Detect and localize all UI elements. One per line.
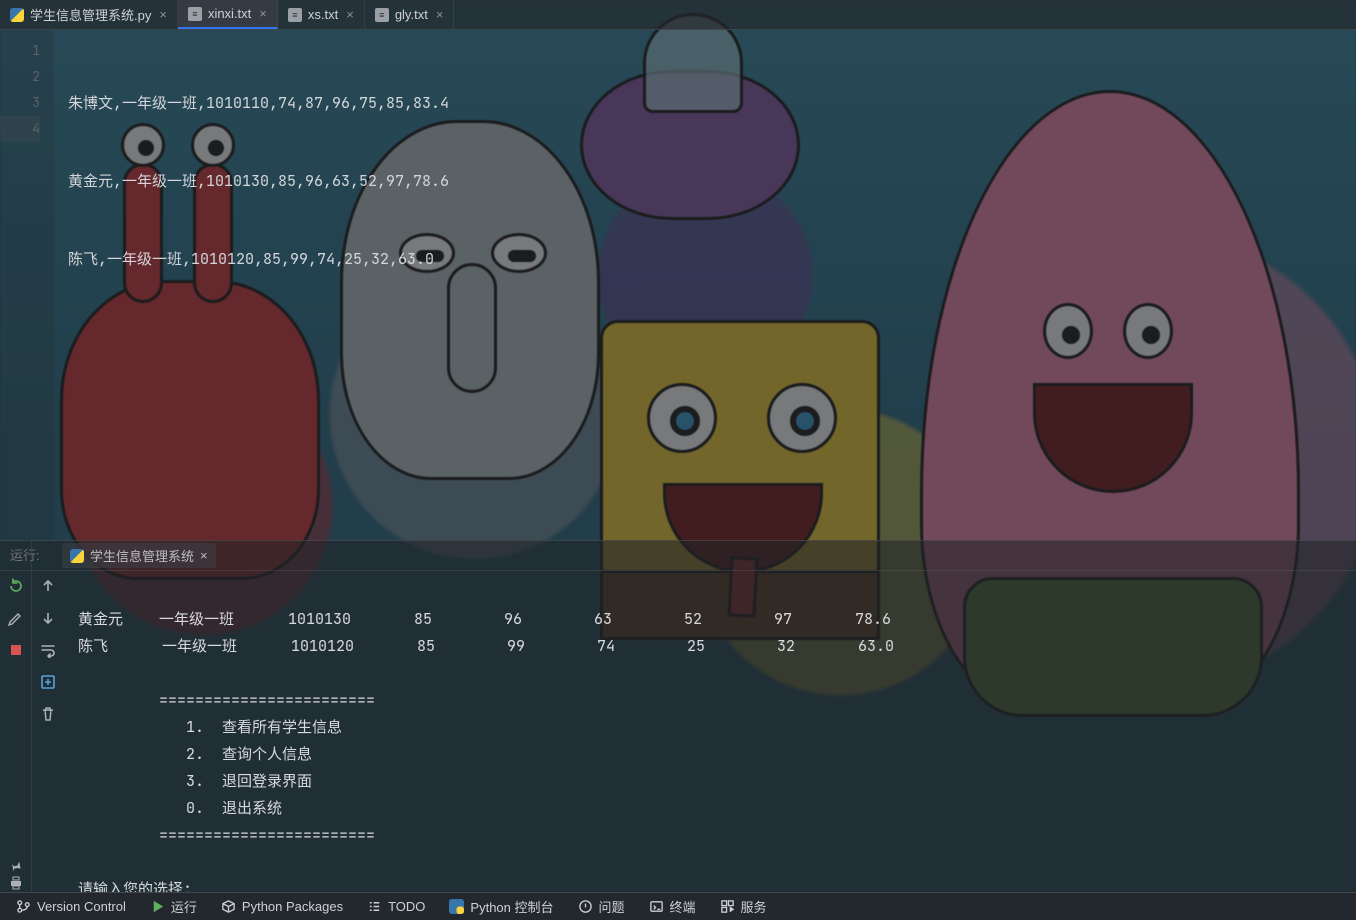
line-number: 2 [0,64,40,90]
terminal-button[interactable]: 终端 [639,893,706,920]
rerun-icon[interactable] [7,577,25,595]
status-label: 运行 [171,897,197,916]
close-icon[interactable]: × [257,6,269,21]
console-line: 2. 查询个人信息 [78,744,312,764]
problems-button[interactable]: 问题 [568,893,635,920]
console-line: 3. 退回登录界面 [78,771,312,791]
run-toolbar-col2 [32,541,64,892]
code-line: 陈飞,一年级一班,1010120,85,99,74,25,32,63.0 [68,246,1356,272]
console-line: ======================== [78,825,375,845]
python-file-icon [70,549,84,563]
console-line: 请输入您的选择: [78,879,192,892]
tab-file-3[interactable]: gly.txt × [365,0,455,29]
settings-icon[interactable] [7,609,25,627]
terminal-icon [649,899,664,914]
close-icon[interactable]: × [157,7,169,22]
run-button[interactable]: 运行 [140,893,207,920]
run-toolbar-col1 [0,541,32,892]
console-line: 陈飞 一年级一班 1010120 85 99 74 25 32 63.0 [78,636,894,656]
status-label: 服务 [741,897,767,916]
trash-icon[interactable] [39,705,57,723]
status-label: Python Packages [242,899,343,914]
package-icon [221,899,236,914]
console-line: 黄金元 一年级一班 1010130 85 96 63 52 97 78.6 [78,609,891,629]
status-label: Version Control [37,899,126,914]
status-label: TODO [388,899,425,914]
tab-label: xs.txt [308,7,338,22]
console-line: 0. 退出系统 [78,798,282,818]
text-file-icon [375,8,389,22]
run-config-tab[interactable]: 学生信息管理系统 × [62,543,216,568]
close-icon[interactable]: × [344,7,356,22]
python-packages-button[interactable]: Python Packages [211,893,353,920]
line-number: 3 [0,90,40,116]
code-content[interactable]: 朱博文,一年级一班,1010110,74,87,96,75,85,83.4 黄金… [54,30,1356,540]
todo-button[interactable]: TODO [357,893,435,920]
tab-label: gly.txt [395,7,428,22]
tab-label: xinxi.txt [208,6,251,21]
python-console-button[interactable]: Python 控制台 [439,893,563,920]
play-icon [150,899,165,914]
line-gutter: 1 2 3 4 [0,30,54,540]
editor-tabs: 学生信息管理系统.py × xinxi.txt × xs.txt × gly.t… [0,0,1356,30]
version-control-button[interactable]: Version Control [6,893,136,920]
up-icon[interactable] [39,577,57,595]
status-bar: Version Control 运行 Python Packages TODO … [0,892,1356,920]
python-file-icon [10,8,24,22]
code-line: 朱博文,一年级一班,1010110,74,87,96,75,85,83.4 [68,90,1356,116]
tab-file-0[interactable]: 学生信息管理系统.py × [0,0,178,29]
text-file-icon [288,8,302,22]
close-icon[interactable]: × [434,7,446,22]
services-button[interactable]: 服务 [710,893,777,920]
services-icon [720,899,735,914]
text-file-icon [188,7,202,21]
editor-area[interactable]: 1 2 3 4 朱博文,一年级一班,1010110,74,87,96,75,85… [0,30,1356,540]
console-output[interactable]: 黄金元 一年级一班 1010130 85 96 63 52 97 78.6 陈飞… [64,541,1356,892]
status-label: Python 控制台 [470,897,553,916]
line-number: 1 [0,38,40,64]
pin-icon[interactable] [8,859,22,878]
down-icon[interactable] [39,609,57,627]
list-icon [367,899,382,914]
python-icon [449,899,464,914]
tab-label: 学生信息管理系统.py [30,5,151,24]
warning-icon [578,899,593,914]
soft-wrap-icon[interactable] [39,641,57,659]
status-label: 终端 [670,897,696,916]
console-line: 1. 查看所有学生信息 [78,717,342,737]
run-config-label: 学生信息管理系统 [90,546,194,565]
branch-icon [16,899,31,914]
tab-file-1[interactable]: xinxi.txt × [178,0,278,29]
status-label: 问题 [599,897,625,916]
line-number: 4 [0,116,40,142]
console-line: ======================== [78,690,375,710]
stop-icon[interactable] [7,641,25,659]
run-header: 学生信息管理系统 × [0,541,1356,571]
code-line: 黄金元,一年级一班,1010130,85,96,63,52,97,78.6 [68,168,1356,194]
scroll-to-end-icon[interactable] [39,673,57,691]
close-icon[interactable]: × [200,548,208,563]
tab-file-2[interactable]: xs.txt × [278,0,365,29]
run-toolwindow: 学生信息管理系统 × 黄金元 一年级一班 1010130 85 96 63 52… [0,540,1356,892]
